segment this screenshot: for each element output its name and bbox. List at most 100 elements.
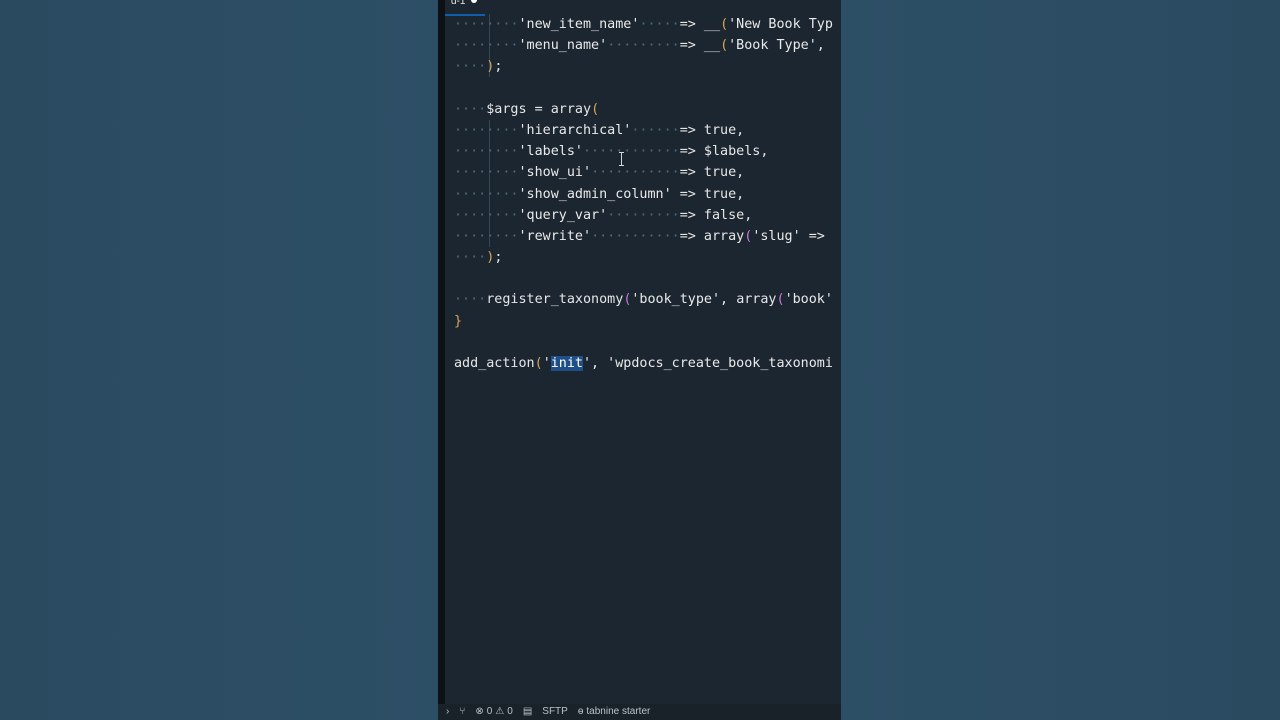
- code-token: 'rewrite': [518, 228, 592, 244]
- code-token: ········: [454, 228, 519, 244]
- warning-icon: ⚠: [495, 706, 505, 717]
- status-tabnine[interactable]: ɵ tabnine starter: [578, 704, 651, 720]
- status-problems[interactable]: ⊗ 0 ⚠ 0: [475, 704, 512, 720]
- code-token: }: [454, 313, 463, 329]
- code-token: (: [776, 292, 785, 308]
- warning-count: 0: [507, 706, 513, 717]
- code-token: 'Book Type',: [728, 38, 833, 54]
- code-token: ·········: [607, 207, 680, 223]
- code-token: ······: [631, 122, 680, 138]
- code-line[interactable]: ········'menu_name'·········=> __('Book …: [454, 35, 841, 56]
- code-token: 'show_ui': [518, 165, 592, 181]
- selected-text: init: [550, 356, 583, 371]
- code-line[interactable]: [454, 332, 841, 353]
- code-line[interactable]: ········'show_admin_column' => true,: [454, 184, 841, 205]
- code-line[interactable]: ········'new_item_name'·····=> __('New B…: [454, 14, 841, 35]
- activity-bar: [438, 0, 445, 720]
- tabnine-label: tabnine starter: [586, 706, 651, 717]
- code-token: ···········: [591, 165, 680, 181]
- code-token: => true,: [679, 122, 745, 138]
- chevron-right-icon: ›: [446, 706, 450, 717]
- code-line[interactable]: add_action('init', 'wpdocs_create_book_t…: [454, 353, 841, 374]
- code-token: (: [591, 101, 600, 117]
- code-line[interactable]: ········'rewrite'···········=> array('sl…: [454, 226, 841, 247]
- code-line[interactable]: ····$args = array(: [454, 99, 841, 120]
- status-bar: › ⑂ ⊗ 0 ⚠ 0 ▤ SFTP ɵ tabnine starter: [438, 704, 841, 720]
- code-token: ········: [454, 38, 519, 54]
- code-token: ·········: [607, 38, 680, 54]
- code-token: (: [720, 17, 729, 32]
- editor-tab[interactable]: d-1: [445, 0, 483, 10]
- code-line[interactable]: ········'hierarchical'······=> true,: [454, 120, 841, 141]
- code-token: => $labels,: [679, 144, 769, 160]
- code-token: ········: [454, 17, 519, 32]
- code-token: 'hierarchical': [518, 122, 632, 138]
- code-token: ····: [454, 250, 487, 266]
- tab-strip: d-1: [445, 0, 841, 12]
- tab-label: d-1: [451, 0, 466, 7]
- code-token: ····: [454, 101, 487, 117]
- code-token: register_taxonomy: [486, 292, 624, 308]
- text-cursor-icon: [619, 152, 625, 166]
- code-token: 'slug' =>: [752, 228, 833, 244]
- code-token: => __: [679, 38, 721, 54]
- code-area[interactable]: ········'new_item_name'·····=> __('New B…: [454, 14, 841, 374]
- code-token: 'labels': [518, 144, 584, 160]
- code-token: 'show_admin_column': [518, 186, 672, 202]
- code-line[interactable]: ····register_taxonomy ( 'book_type', array…: [454, 289, 841, 310]
- file-icon: ▤: [522, 706, 533, 717]
- code-token: ········: [454, 165, 519, 181]
- code-token: ········: [454, 207, 519, 223]
- code-line[interactable]: ····);: [454, 56, 841, 77]
- code-token: ·····: [639, 17, 680, 32]
- code-token: => false,: [679, 207, 753, 223]
- status-git[interactable]: ⑂: [459, 704, 465, 720]
- code-editor[interactable]: d-1 ········'new_item_name'·····=> __('N…: [438, 0, 841, 720]
- code-token: ········: [454, 122, 519, 138]
- code-token: array: [736, 292, 777, 308]
- code-line[interactable]: ········'query_var'·········=> false,: [454, 205, 841, 226]
- code-line[interactable]: ········'labels'············=> $labels,: [454, 141, 841, 162]
- branch-icon: ⑂: [459, 706, 466, 717]
- code-token: => true,: [679, 165, 745, 181]
- code-line[interactable]: ········'show_ui'···········=> true,: [454, 162, 841, 183]
- code-line[interactable]: [454, 78, 841, 99]
- code-token: ····: [454, 59, 487, 75]
- status-file[interactable]: ▤: [523, 704, 532, 720]
- code-token: ···········: [591, 228, 680, 244]
- code-token: ;: [494, 250, 503, 266]
- status-remote[interactable]: ›: [446, 704, 449, 720]
- code-line[interactable]: }: [454, 311, 841, 332]
- code-token: ············: [583, 144, 680, 160]
- tabnine-icon: ɵ: [577, 706, 584, 717]
- code-token: 'book': [784, 292, 833, 308]
- background-left: [0, 0, 438, 720]
- code-token: ····: [454, 292, 487, 308]
- code-token: add_action: [454, 356, 535, 371]
- status-sftp[interactable]: SFTP: [542, 704, 568, 720]
- code-token: => __: [679, 17, 721, 32]
- code-token: 'New Book Typ: [728, 17, 833, 32]
- code-token: 'new_item_name': [518, 17, 640, 32]
- code-token: (: [534, 356, 543, 371]
- code-token: $args = array: [486, 101, 592, 117]
- background-right: [841, 0, 1280, 720]
- error-count: 0: [486, 706, 493, 717]
- code-line[interactable]: ····);: [454, 247, 841, 268]
- code-token: => true,: [679, 186, 745, 202]
- sftp-label: SFTP: [542, 706, 568, 717]
- code-line[interactable]: [454, 268, 841, 289]
- code-token: => array: [679, 228, 745, 244]
- code-token: 'book_type',: [631, 292, 737, 308]
- code-token: ········: [454, 144, 519, 160]
- code-token: 'menu_name': [518, 38, 608, 54]
- code-token: 'query_var': [518, 207, 608, 223]
- code-token: (: [720, 38, 729, 54]
- code-token: ': [542, 356, 551, 371]
- code-token: ', 'wpdocs_create_book_taxonomi: [583, 356, 833, 371]
- code-token: ;: [494, 59, 503, 75]
- code-token: ········: [454, 186, 519, 202]
- unsaved-dot-icon: [471, 0, 478, 3]
- error-icon: ⊗: [475, 706, 484, 717]
